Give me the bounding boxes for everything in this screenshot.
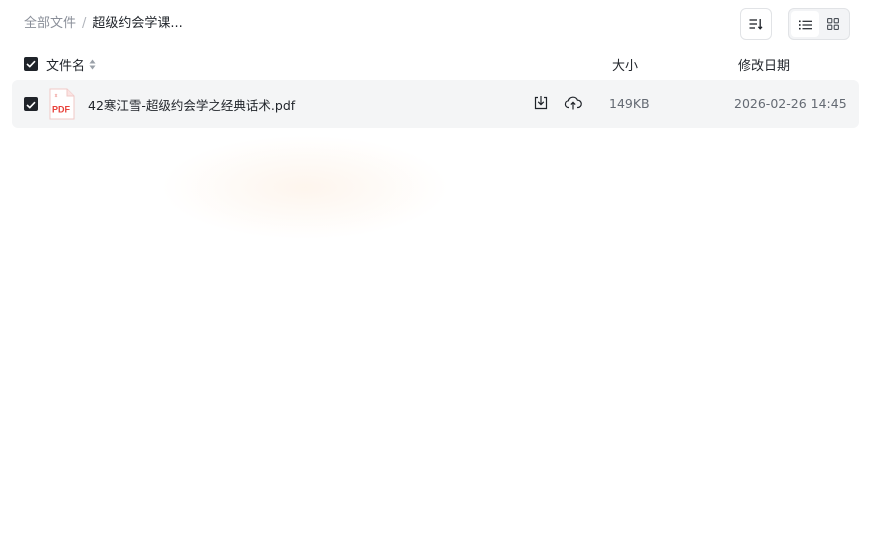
top-bar: 全部文件 / 超级约会学课... — [0, 0, 874, 48]
checkmark-icon — [26, 57, 36, 72]
sort-list-icon — [749, 15, 763, 34]
save-to-cloud-button[interactable] — [563, 94, 583, 114]
table-row[interactable]: PDF 42寒江雪-超级约会学之经典话术.pdf 149KB 2026-02-2… — [12, 80, 859, 128]
row-checkbox[interactable] — [24, 97, 38, 111]
sort-button[interactable] — [740, 8, 772, 40]
download-button[interactable] — [531, 94, 551, 114]
checkmark-icon — [26, 97, 36, 112]
view-mode-toggle — [788, 8, 850, 40]
grid-view-icon — [827, 15, 839, 34]
download-icon — [533, 95, 549, 114]
grid-view-button[interactable] — [819, 11, 847, 37]
pdf-file-icon: PDF — [48, 88, 75, 120]
list-view-button[interactable] — [791, 11, 819, 37]
cloud-save-icon — [564, 95, 582, 114]
column-header-date[interactable]: 修改日期 — [738, 55, 790, 74]
column-header-size[interactable]: 大小 — [612, 55, 638, 74]
select-all-checkbox[interactable] — [24, 57, 38, 71]
file-size: 149KB — [609, 96, 650, 111]
list-view-icon — [798, 15, 812, 34]
table-header: 文件名 大小 修改日期 — [12, 50, 859, 78]
column-header-name[interactable]: 文件名 — [46, 55, 96, 74]
breadcrumb-current-folder: 超级约会学课... — [92, 16, 183, 31]
sort-caret-icon — [89, 59, 96, 70]
file-modified-date: 2026-02-26 14:45 — [734, 96, 847, 111]
breadcrumb-separator: / — [82, 16, 87, 31]
background-glow — [160, 135, 450, 240]
file-name[interactable]: 42寒江雪-超级约会学之经典话术.pdf — [88, 95, 295, 114]
column-header-name-label: 文件名 — [46, 59, 86, 74]
file-browser: 全部文件 / 超级约会学课... 文件名 大小 修改日期 PDF 42寒江雪-超… — [0, 0, 874, 538]
breadcrumb-root-link[interactable]: 全部文件 — [24, 15, 76, 33]
breadcrumb: 全部文件 / 超级约会学课... — [24, 15, 183, 33]
pdf-badge-text: PDF — [52, 105, 71, 115]
